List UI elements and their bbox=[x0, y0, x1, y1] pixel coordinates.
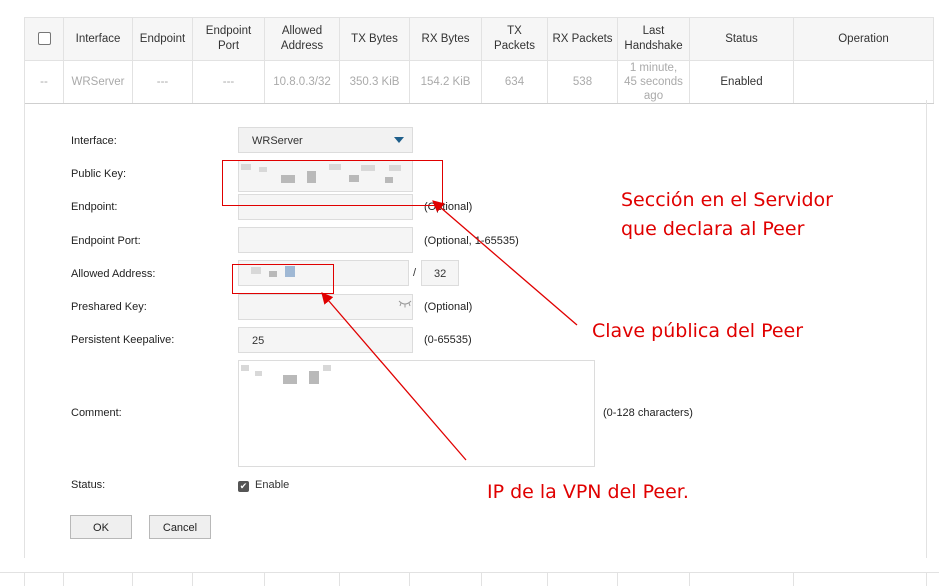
col-divider bbox=[132, 572, 133, 586]
col-divider bbox=[689, 572, 690, 586]
col-divider bbox=[63, 572, 64, 586]
col-divider bbox=[264, 572, 265, 586]
ip-arrow bbox=[321, 292, 467, 461]
next-row-border bbox=[0, 572, 939, 573]
col-divider bbox=[481, 572, 482, 586]
col-divider bbox=[617, 572, 618, 586]
annotation-arrows bbox=[321, 200, 578, 461]
col-divider bbox=[339, 572, 340, 586]
col-divider bbox=[793, 572, 794, 586]
col-divider bbox=[926, 572, 927, 586]
col-divider bbox=[192, 572, 193, 586]
col-divider bbox=[409, 572, 410, 586]
col-divider bbox=[547, 572, 548, 586]
public-key-arrow bbox=[432, 200, 578, 326]
col-divider bbox=[24, 572, 25, 586]
